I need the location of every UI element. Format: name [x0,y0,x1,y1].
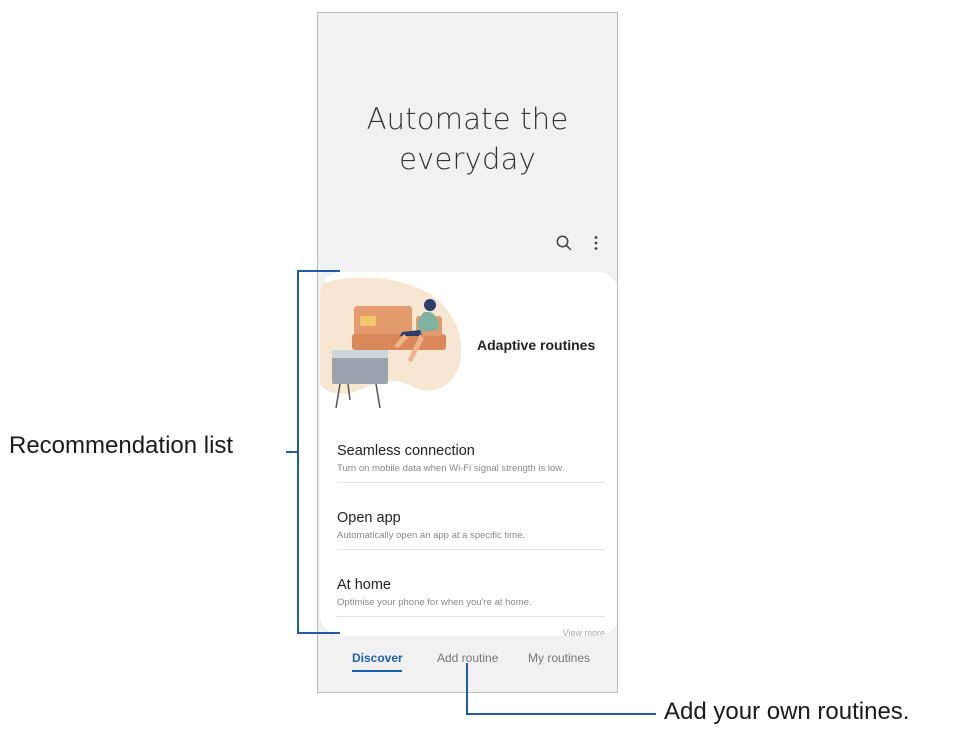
add-routine-leader-horizontal [466,713,656,715]
divider [337,549,605,550]
recommendation-title: At home [337,577,391,593]
adaptive-routines-illustration [320,277,462,409]
recommendation-bracket-top [297,270,340,272]
recommendation-description: Optimise your phone for when you're at h… [337,597,532,608]
recommendation-card: Adaptive routines Seamless connection Tu… [320,272,617,636]
hero-title-line-1: Automate the [366,102,569,136]
recommendation-description: Automatically open an app at a specific … [337,530,525,541]
divider [337,616,605,617]
active-tab-indicator [352,670,402,672]
recommendation-list-callout: Recommendation list [9,432,234,459]
recommendation-item-seamless-connection[interactable]: Seamless connection Turn on mobile data … [337,442,605,476]
add-routine-callout: Add your own routines. [664,698,910,725]
search-icon[interactable] [554,233,574,253]
recommendation-title: Open app [337,510,401,526]
recommendation-item-at-home[interactable]: At home Optimise your phone for when you… [337,576,605,610]
hero-title-line-2: everyday [399,142,536,176]
more-options-icon[interactable] [586,233,606,253]
divider [337,482,605,483]
phone-screen: Automate the everyday Adaptive routines … [317,12,618,693]
adaptive-routines-title[interactable]: Adaptive routines [477,337,595,353]
view-more-link[interactable]: View more [563,628,605,636]
recommendation-description: Turn on mobile data when Wi-Fi signal st… [337,463,565,474]
recommendation-bracket-bottom [297,632,340,634]
recommendation-title: Seamless connection [337,443,475,459]
tab-my-routines[interactable]: My routines [528,651,590,665]
tab-discover[interactable]: Discover [352,651,403,665]
hero-title: Automate the everyday [318,99,617,179]
add-routine-leader-vertical [466,663,468,715]
recommendation-leader-line [286,451,298,453]
recommendation-item-open-app[interactable]: Open app Automatically open an app at a … [337,509,605,543]
